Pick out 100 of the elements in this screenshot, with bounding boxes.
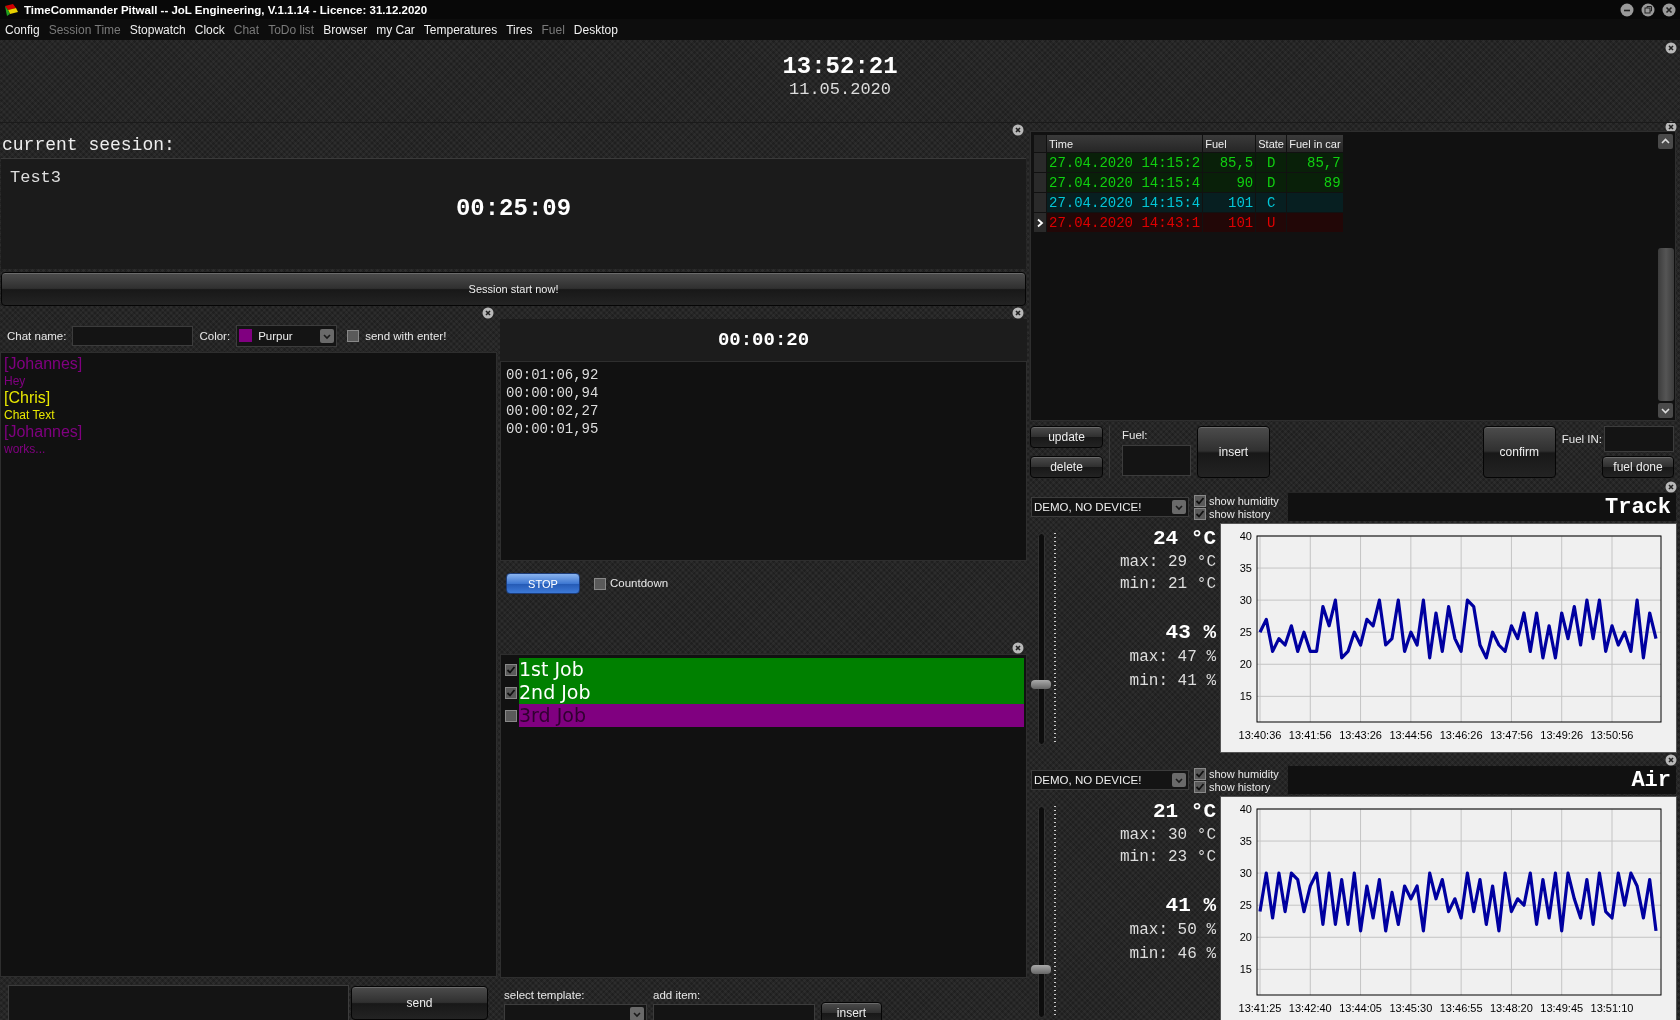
lap-time: 00:00:02,27 bbox=[506, 402, 600, 420]
axis-tick-label: 25 bbox=[1239, 899, 1252, 912]
insert-button[interactable]: insert bbox=[821, 1002, 882, 1020]
slider-thumb[interactable] bbox=[1031, 679, 1051, 689]
temperature-min: min: 21 °C bbox=[1120, 574, 1216, 595]
table-cell: 85,5 bbox=[1203, 153, 1256, 172]
temperature-min: min: 23 °C bbox=[1120, 847, 1216, 868]
axis-tick-label: 13:49:26 bbox=[1540, 729, 1584, 741]
send-button[interactable]: send bbox=[351, 986, 488, 1020]
scroll-up-icon[interactable] bbox=[1658, 134, 1673, 149]
menu-item[interactable]: Config bbox=[5, 22, 40, 37]
axis-tick-label: 20 bbox=[1239, 931, 1252, 944]
column-header[interactable]: Fuel bbox=[1203, 135, 1256, 152]
slider-thumb[interactable] bbox=[1031, 965, 1051, 975]
close-button[interactable] bbox=[1665, 481, 1677, 493]
device-dropdown[interactable]: DEMO, NO DEVICE! bbox=[1031, 497, 1189, 517]
chat-name-label: Chat name: bbox=[7, 329, 67, 342]
sensor-title: Air bbox=[1631, 767, 1671, 793]
session-timer: 00:25:09 bbox=[455, 195, 572, 222]
table-cell: 90 bbox=[1203, 173, 1256, 192]
delete-button[interactable]: delete bbox=[1030, 456, 1103, 478]
stopwatch-time: 00:00:20 bbox=[717, 329, 810, 351]
humidity-min: min: 41 % bbox=[1129, 671, 1216, 692]
message-author: [Chris] bbox=[4, 389, 52, 407]
axis-tick-label: 30 bbox=[1239, 867, 1252, 880]
close-button[interactable] bbox=[1012, 123, 1024, 136]
checkbox[interactable] bbox=[594, 578, 606, 590]
table-cell: 89 bbox=[1287, 173, 1343, 192]
axis-tick-label: 15 bbox=[1239, 963, 1252, 976]
message-field[interactable] bbox=[8, 984, 349, 1020]
temperature-value: 21 °C bbox=[1153, 800, 1216, 824]
chat-name-field[interactable] bbox=[72, 325, 194, 346]
row-header[interactable] bbox=[1034, 213, 1046, 232]
scroll-thumb[interactable] bbox=[1658, 248, 1674, 401]
checkbox-label: Countdown bbox=[610, 577, 669, 589]
add-item-field[interactable] bbox=[653, 1004, 815, 1020]
checkbox[interactable] bbox=[347, 329, 360, 342]
lap-time: 00:00:00,94 bbox=[506, 384, 600, 402]
axis-tick-label: 13:48:20 bbox=[1490, 1002, 1533, 1014]
message-text: works... bbox=[4, 441, 47, 457]
session-name: Test3 bbox=[10, 168, 61, 187]
close-button[interactable] bbox=[1662, 2, 1676, 17]
humidity-max: max: 50 % bbox=[1129, 920, 1216, 941]
axis-tick-label: 25 bbox=[1239, 626, 1252, 639]
fuel-in-field[interactable] bbox=[1604, 426, 1674, 452]
menu-item[interactable]: Stopwatch bbox=[129, 22, 186, 37]
menu-item[interactable]: Temperatures bbox=[423, 22, 498, 37]
menu-item[interactable]: Clock bbox=[194, 22, 225, 37]
column-header[interactable]: Fuel in car bbox=[1287, 135, 1343, 152]
session-start-button[interactable]: Session start now! bbox=[1, 272, 1026, 306]
temperature-max: max: 30 °C bbox=[1120, 825, 1216, 846]
checkbox[interactable] bbox=[1194, 780, 1206, 793]
lap-time: 00:00:01,95 bbox=[506, 420, 600, 438]
axis-tick-label: 20 bbox=[1239, 658, 1252, 671]
menu-item[interactable]: my Car bbox=[376, 22, 415, 37]
scroll-down-icon[interactable] bbox=[1658, 403, 1673, 418]
todo-item[interactable]: 2nd Job bbox=[519, 681, 1024, 704]
column-header[interactable]: Time bbox=[1047, 135, 1203, 152]
checkbox[interactable] bbox=[1194, 507, 1206, 520]
checkbox-label: show history bbox=[1209, 780, 1271, 793]
scrollbar[interactable] bbox=[1657, 132, 1675, 420]
app-logo-icon bbox=[4, 2, 20, 17]
close-button[interactable] bbox=[1012, 641, 1024, 654]
checkbox[interactable] bbox=[505, 686, 517, 699]
fuel-field[interactable] bbox=[1122, 444, 1191, 476]
checkbox[interactable] bbox=[505, 709, 517, 722]
update-button[interactable]: update bbox=[1030, 426, 1103, 448]
corner-header bbox=[1034, 135, 1046, 152]
confirm-button[interactable]: confirm bbox=[1482, 426, 1556, 478]
device-dropdown[interactable]: DEMO, NO DEVICE! bbox=[1031, 770, 1189, 790]
template-dropdown[interactable] bbox=[504, 1004, 647, 1020]
table-cell bbox=[1287, 193, 1343, 212]
fuel-done-button[interactable]: fuel done bbox=[1602, 456, 1674, 478]
checkbox[interactable] bbox=[1194, 767, 1206, 780]
sensor-title: Track bbox=[1605, 494, 1671, 520]
caret-icon bbox=[630, 1007, 644, 1020]
menu-item[interactable]: Tires bbox=[506, 22, 533, 37]
axis-tick-label: 13:51:10 bbox=[1590, 1002, 1634, 1014]
close-button[interactable] bbox=[1665, 754, 1677, 766]
close-button[interactable] bbox=[1012, 306, 1024, 319]
axis-tick-label: 13:49:45 bbox=[1540, 1002, 1584, 1014]
close-button[interactable] bbox=[482, 306, 494, 319]
column-header[interactable]: State bbox=[1256, 135, 1287, 152]
checkbox[interactable] bbox=[1194, 494, 1206, 507]
window-title: TimeCommander Pitwall -- JoL Engineering, V.1.1.14 - Licence: 31.12.2020 bbox=[24, 3, 429, 16]
todo-item[interactable]: 1st Job bbox=[519, 658, 1024, 681]
minimize-button[interactable] bbox=[1620, 2, 1634, 17]
close-button[interactable] bbox=[1665, 42, 1677, 54]
checkbox-label: show humidity bbox=[1209, 767, 1279, 780]
message-author: [Johannes] bbox=[4, 423, 84, 441]
color-dropdown[interactable]: Purpur bbox=[236, 324, 338, 347]
axis-tick-label: 30 bbox=[1239, 594, 1252, 607]
menu-item[interactable]: Browser bbox=[323, 22, 368, 37]
menu-item[interactable]: Desktop bbox=[573, 22, 618, 37]
checkbox[interactable] bbox=[505, 663, 517, 676]
stop-button[interactable]: STOP bbox=[506, 573, 580, 594]
restore-button[interactable] bbox=[1641, 2, 1655, 17]
table-cell: 27.04.2020 14:15:2 bbox=[1047, 153, 1203, 172]
table-cell: C bbox=[1256, 193, 1287, 212]
insert-button[interactable]: insert bbox=[1197, 426, 1270, 478]
